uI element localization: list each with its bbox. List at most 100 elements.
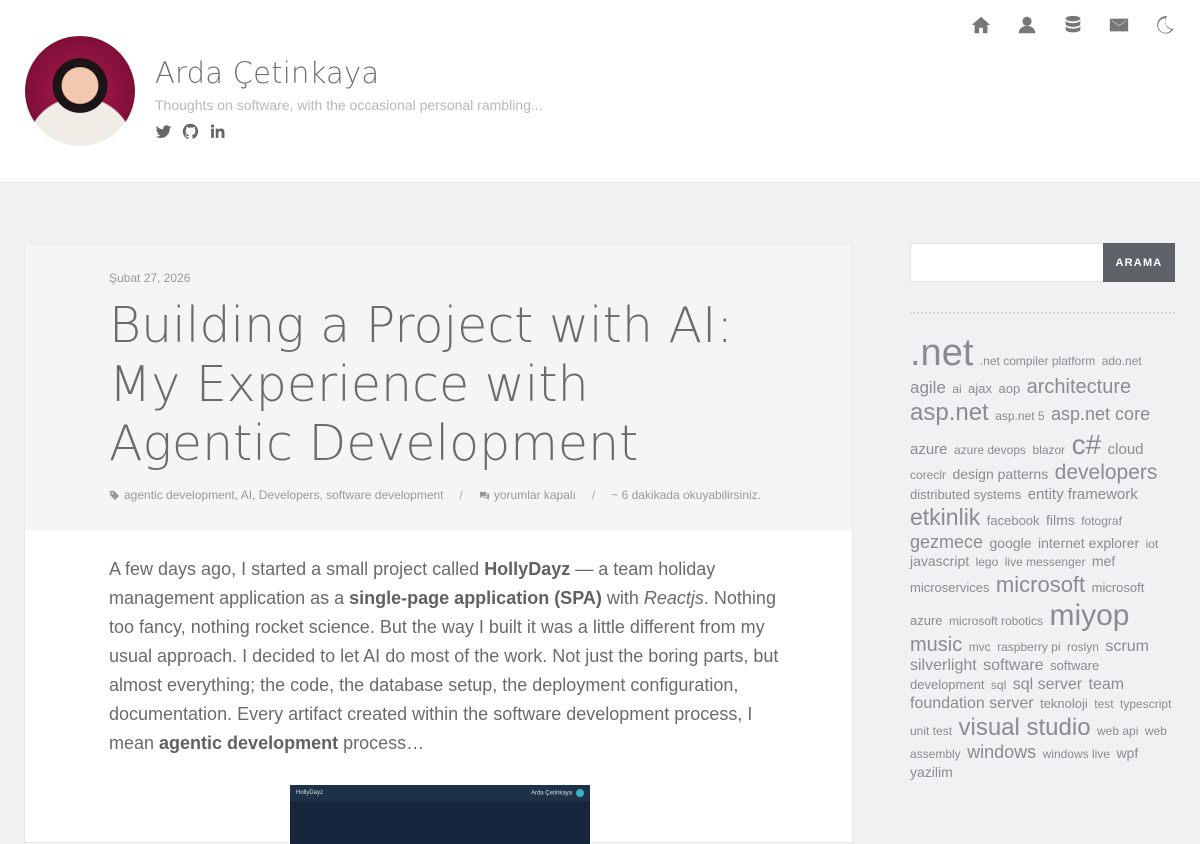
tag-link[interactable]: teknoloji [1040,696,1088,711]
tag-link[interactable]: live messenger [1005,555,1086,569]
tag-link[interactable]: mef [1092,553,1115,569]
tag-link[interactable]: silverlight [910,657,977,674]
post-image[interactable]: HollyDayz Arda Çetinkaya [290,785,590,844]
tag-cloud: .net .net compiler platform ado.net agil… [910,331,1176,783]
post-meta: agentic development, AI, Developers, sof… [109,488,761,502]
tag-link[interactable]: architecture [1027,376,1132,398]
post-excerpt: A few days ago, I started a small projec… [109,555,789,758]
tag-link[interactable]: asp.net 5 [995,409,1044,423]
tag-link[interactable]: typescript [1120,697,1171,711]
tag-link[interactable]: yazilim [910,764,953,780]
twitter-icon[interactable] [155,123,172,140]
site-tagline: Thoughts on software, with the occasiona… [155,97,543,113]
tag-link[interactable]: software [983,657,1043,674]
post-card: Şubat 27, 2026 Building a Project with A… [24,243,853,844]
search-form: ARAMA [910,243,1175,282]
tag-link[interactable]: iot [1146,537,1159,551]
tag-link[interactable]: cloud [1108,441,1144,458]
github-icon[interactable] [182,123,199,140]
tag-link[interactable]: scrum [1105,638,1149,655]
tag-link[interactable]: roslyn [1067,640,1099,654]
user-avatar-dot [576,789,584,797]
avatar[interactable] [25,36,135,146]
excerpt-text: . Nothing too fancy, nothing rocket scie… [109,588,779,753]
tag-link[interactable]: etkinlik [910,504,980,530]
site-title[interactable]: Arda Çetinkaya [155,56,379,90]
site-header: Arda Çetinkaya Thoughts on software, wit… [0,0,1200,183]
post-date: Şubat 27, 2026 [109,271,191,285]
tag-link[interactable]: sql [991,678,1006,692]
tag-link[interactable]: fotograf [1081,514,1122,528]
tag-link[interactable]: microsoft [996,572,1085,597]
tag-link[interactable]: ajax [968,381,992,396]
post-image-appbar: HollyDayz Arda Çetinkaya [290,785,590,801]
excerpt-text: process… [338,733,425,753]
top-navigation [970,14,1176,36]
tag-link[interactable]: wpf [1116,745,1138,761]
tag-link[interactable]: lego [976,555,999,569]
excerpt-text: A few days ago, I started a small projec… [109,559,485,579]
search-input[interactable] [910,243,1103,282]
tag-link[interactable]: facebook [987,513,1040,528]
excerpt-bold: agentic development [159,733,339,753]
excerpt-bold: HollyDayz [484,559,571,579]
sidebar-divider [910,312,1175,314]
excerpt-text: with [601,588,644,608]
tag-link[interactable]: agile [910,378,946,397]
tag-link[interactable]: miyop [1049,599,1129,632]
tag-link[interactable]: blazor [1032,443,1065,457]
mail-icon[interactable] [1108,14,1130,36]
tag-link[interactable]: ado.net [1102,354,1142,368]
tag-link[interactable]: google [990,535,1032,551]
search-button[interactable]: ARAMA [1103,243,1175,282]
tag-link[interactable]: aop [998,381,1020,396]
post-title[interactable]: Building a Project with AI: My Experienc… [109,296,779,473]
tag-link[interactable]: music [910,634,962,656]
tag-link[interactable]: internet explorer [1038,535,1139,551]
database-icon[interactable] [1062,14,1084,36]
tag-link[interactable]: design patterns [952,466,1048,482]
tag-link[interactable]: windows [967,742,1036,762]
excerpt-italic: Reactjs [643,588,704,608]
linkedin-icon[interactable] [209,123,226,140]
tag-link[interactable]: gezmece [910,532,983,552]
meta-separator: / [459,488,463,502]
social-links [155,123,226,140]
tag-link[interactable]: visual studio [958,714,1090,741]
home-icon[interactable] [970,14,992,36]
tag-link[interactable]: sql server [1013,676,1082,693]
moon-icon[interactable] [1154,14,1176,36]
user-icon[interactable] [1016,14,1038,36]
tag-link[interactable]: javascript [910,553,969,569]
tag-link[interactable]: asp.net core [1051,404,1150,424]
tag-link[interactable]: mvc [969,640,991,654]
post-image-user: Arda Çetinkaya [531,789,584,797]
tag-link[interactable]: raspberry pi [997,640,1060,654]
post-tags[interactable]: agentic development, AI, Developers, sof… [124,488,444,502]
tag-icon [109,490,120,500]
tag-link[interactable]: microservices [910,580,989,595]
tag-link[interactable]: .net compiler platform [980,354,1095,368]
comments-status: yorumlar kapalı [493,488,576,502]
tag-link[interactable]: .net [910,332,973,374]
tag-link[interactable]: microsoft robotics [949,614,1043,628]
meta-separator: / [591,488,596,502]
tag-link[interactable]: c# [1072,429,1102,460]
tag-link[interactable]: ai [952,382,961,396]
tag-link[interactable]: distributed systems [910,487,1021,502]
tag-link[interactable]: films [1046,512,1075,528]
excerpt-bold: single-page application (SPA) [349,588,602,608]
tag-link[interactable]: azure [910,441,948,458]
tag-link[interactable]: web api [1097,724,1138,738]
post-header: Şubat 27, 2026 Building a Project with A… [25,244,852,530]
tag-link[interactable]: developers [1055,461,1158,484]
tag-link[interactable]: unit test [910,724,952,738]
tag-link[interactable]: test [1094,697,1113,711]
tag-link[interactable]: azure devops [954,443,1026,457]
tag-link[interactable]: entity framework [1028,486,1138,503]
comments-icon [479,491,489,500]
reading-time: ~ 6 dakikada okuyabilirsiniz. [611,488,761,502]
tag-link[interactable]: asp.net [910,399,989,426]
tag-link[interactable]: windows live [1043,747,1110,761]
tag-link[interactable]: coreclr [910,468,946,482]
